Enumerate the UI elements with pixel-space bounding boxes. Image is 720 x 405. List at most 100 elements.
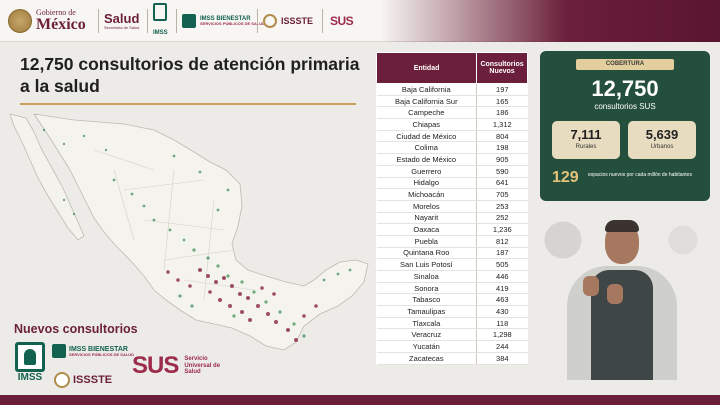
table-cell-consultorios: 253 [476, 200, 528, 213]
table-cell-consultorios: 187 [476, 247, 528, 260]
table-cell-entidad: Oaxaca [376, 223, 477, 236]
table-cell-consultorios: 1,236 [476, 223, 528, 236]
urban-stat-card: 5,639 Urbanos [628, 121, 696, 159]
table-cell-consultorios: 590 [476, 165, 528, 178]
table-row: Baja California 197 [376, 83, 528, 96]
table-row: Chiapas 1,312 [376, 118, 528, 131]
gob-big-text: México [36, 16, 86, 33]
table-body: Baja California 197 Baja California Sur 165… [376, 83, 528, 365]
table-cell-entidad: Hidalgo [376, 177, 477, 190]
table-row: Zacatecas 384 [376, 352, 528, 365]
sus-header-text: SUS [330, 14, 354, 28]
bienestar-footer-logo: IMSS BIENESTAR SERVICIOS PÚBLICOS DE SAL… [52, 344, 134, 358]
table-cell-consultorios: 384 [476, 352, 528, 365]
table-row: Hidalgo 641 [376, 177, 528, 190]
table-cell-entidad: Guerrero [376, 165, 477, 178]
table-cell-entidad: Sinaloa [376, 270, 477, 283]
table-cell-entidad: Michoacán [376, 188, 477, 201]
table-cell-consultorios: 905 [476, 153, 528, 166]
table-cell-consultorios: 812 [476, 235, 528, 248]
table-cell-consultorios: 505 [476, 258, 528, 271]
salud-logo: Salud Secretaría de Salud [104, 6, 139, 36]
page-title: 12,750 consultorios de atención primaria… [20, 54, 360, 96]
table-row: Sonora 419 [376, 282, 528, 295]
table-row: Campeche 186 [376, 106, 528, 120]
imss-header-logo: IMSS [153, 3, 168, 36]
table-row: Sinaloa 446 [376, 270, 528, 283]
table-row: Oaxaca 1,236 [376, 223, 528, 236]
imss-header-text: IMSS [153, 30, 168, 36]
issste-header-logo: ISSSTE [263, 6, 313, 36]
issste-header-text: ISSSTE [281, 16, 314, 26]
title-underline [20, 103, 356, 105]
table-cell-entidad: Tlaxcala [376, 317, 477, 330]
gobierno-logo: Gobierno de México [8, 6, 86, 36]
table-cell-consultorios: 1,298 [476, 328, 528, 342]
issste-footer-text: ISSSTE [73, 374, 113, 386]
table-cell-consultorios: 244 [476, 340, 528, 353]
map-section-label: Nuevos consultorios [14, 322, 138, 336]
imss-footer-text: IMSS [17, 372, 43, 383]
table-cell-entidad: Tamaulipas [376, 305, 477, 318]
table-cell-consultorios: 186 [476, 106, 528, 120]
table-cell-entidad: Estado de México [376, 153, 477, 166]
table-cell-entidad: Puebla [376, 235, 477, 248]
table-cell-entidad: Quintana Roo [376, 247, 477, 260]
table-cell-entidad: Veracruz [376, 328, 477, 342]
rural-label: Rurales [575, 144, 597, 150]
table-row: Tamaulipas 430 [376, 305, 528, 318]
table-row: Baja California Sur 165 [376, 95, 528, 108]
table-cell-entidad: Campeche [376, 106, 477, 120]
table-cell-entidad: Yucatán [376, 340, 477, 353]
divider [257, 9, 258, 33]
per-million-value: 129 [552, 169, 579, 186]
table-cell-consultorios: 446 [476, 270, 528, 283]
table-row: San Luis Potosí 505 [376, 258, 528, 271]
table-cell-entidad: Colima [376, 141, 477, 155]
issste-footer-logo: ISSSTE [54, 372, 112, 388]
table-row: Ciudad de México 804 [376, 130, 528, 143]
consultorios-table: Entidad Consultorios Nuevos Baja Califor… [375, 52, 528, 365]
table-row: Michoacán 705 [376, 188, 528, 201]
header-accent [380, 0, 720, 42]
interpreter-left-hand [583, 276, 599, 296]
table-cell-entidad: San Luis Potosí [376, 258, 477, 271]
divider [147, 9, 148, 33]
table-cell-entidad: Baja California Sur [376, 95, 477, 108]
urban-value: 5,639 [645, 127, 679, 142]
table-header-entidad: Entidad [375, 52, 478, 84]
table-cell-entidad: Tabasco [376, 293, 477, 307]
table-cell-consultorios: 198 [476, 141, 528, 155]
rural-stat-card: 7,111 Rurales [552, 121, 620, 159]
sus-footer-logo: SUS Servicio Universal de Salud [132, 352, 228, 380]
bienestar-footer-sub: SERVICIOS PÚBLICOS DE SALUD [69, 351, 135, 357]
sign-language-interpreter [533, 210, 711, 380]
imss-icon [153, 3, 167, 21]
table-cell-consultorios: 197 [476, 83, 528, 96]
salud-text: Salud [104, 11, 140, 26]
divider [176, 9, 177, 33]
table-row: Nayarit 252 [376, 212, 528, 225]
table-cell-consultorios: 804 [476, 130, 528, 143]
divider [322, 9, 323, 33]
table-cell-entidad: Zacatecas [376, 352, 477, 365]
table-row: Morelos 253 [376, 200, 528, 213]
table-row: Colima 198 [376, 141, 528, 155]
table-row: Tlaxcala 118 [376, 317, 528, 330]
rural-value: 7,111 [570, 127, 602, 142]
table-cell-consultorios: 1,312 [476, 118, 528, 131]
imss-footer-logo: IMSS [12, 342, 48, 390]
table-row: Veracruz 1,298 [376, 328, 528, 342]
table-cell-consultorios: 463 [476, 293, 528, 307]
table-cell-consultorios: 419 [476, 282, 528, 295]
bienestar-footer-icon [52, 344, 66, 358]
coverage-tag: COBERTURA [576, 59, 674, 70]
table-header-consultorios: Consultorios Nuevos [476, 52, 528, 84]
coverage-total: 12,750 [591, 76, 659, 101]
table-cell-entidad: Chiapas [376, 118, 477, 131]
header-bar: Gobierno de México Salud Secretaría de S… [0, 0, 720, 42]
sus-footer-desc: Servicio Universal de Salud [184, 356, 221, 376]
urban-label: Urbanos [650, 144, 674, 150]
salud-sub-text: Secretaría de Salud [104, 25, 140, 30]
table-cell-entidad: Baja California [376, 83, 477, 96]
